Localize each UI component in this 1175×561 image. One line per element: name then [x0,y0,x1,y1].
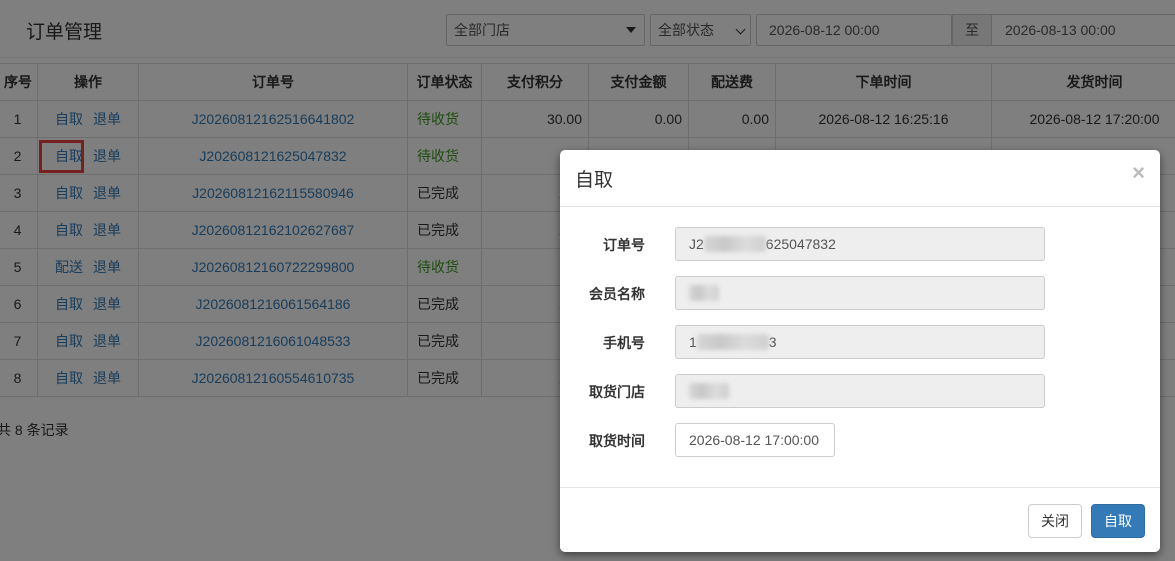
order-no-field: J2 625047832 [675,227,1045,261]
phone-field: 13 [675,325,1045,359]
pickup-store-field [675,374,1045,408]
pickup-dialog: 自取 × 订单号 J2 625047832 会员名称 手机号 13 取货门店 取货… [560,150,1160,552]
dialog-footer: 关闭 自取 [560,487,1160,552]
redacted-blur [689,383,729,399]
redacted-blur [689,285,719,301]
order-no-row: 订单号 J2 625047832 [560,227,1160,261]
dialog-header: 自取 × [560,150,1160,207]
member-name-label: 会员名称 [589,286,645,302]
pickup-store-label: 取货门店 [589,384,645,400]
phone-suffix: 3 [768,334,777,350]
close-button[interactable]: 关闭 [1028,504,1082,538]
order-no-label: 订单号 [603,237,645,253]
phone-label: 手机号 [603,335,645,351]
redacted-blur [696,334,769,350]
phone-row: 手机号 13 [560,325,1160,359]
phone-prefix: 1 [689,334,697,350]
order-no-suffix: 625047832 [765,236,836,252]
pickup-confirm-button[interactable]: 自取 [1091,504,1145,538]
pickup-time-label: 取货时间 [589,433,645,449]
redacted-blur [703,236,766,252]
member-name-row: 会员名称 [560,276,1160,310]
pickup-time-input[interactable]: 2026-08-12 17:00:00 [675,423,835,457]
order-no-prefix: J2 [689,236,704,252]
dialog-title: 自取 [575,170,614,191]
pickup-time-row: 取货时间 2026-08-12 17:00:00 [560,423,1160,457]
member-name-field [675,276,1045,310]
pickup-store-row: 取货门店 [560,374,1160,408]
close-icon[interactable]: × [1132,162,1145,184]
